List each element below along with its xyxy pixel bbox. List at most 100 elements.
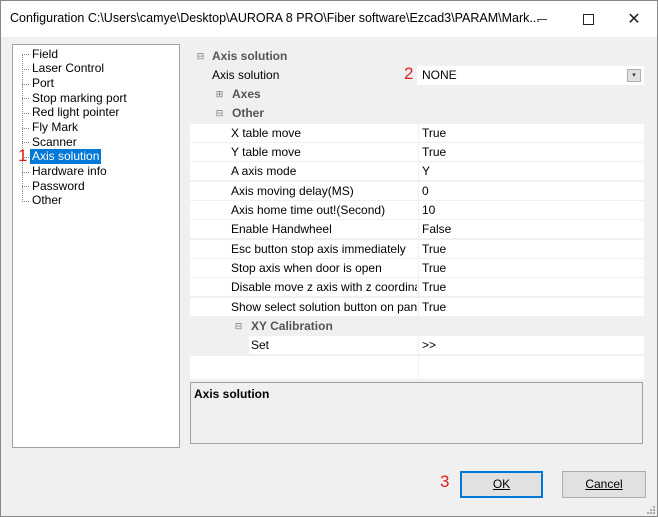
prop-row-axis-home-timeout[interactable]: Axis home time out!(Second) 10	[190, 201, 644, 220]
annotation-3: 3	[440, 472, 450, 491]
configuration-dialog: Configuration C:\Users\camye\Desktop\AUR…	[0, 0, 658, 517]
tree-item-scanner[interactable]: Scanner	[30, 135, 79, 150]
column-divider	[418, 298, 419, 317]
category-other: Other	[232, 106, 265, 120]
annotation-1: 1	[18, 146, 28, 165]
category-axis-solution-row[interactable]: ⊟ Axis solution	[190, 47, 644, 66]
prop-row-esc-stop-axis[interactable]: Esc button stop axis immediately True	[190, 240, 644, 259]
prop-value[interactable]: True	[422, 278, 446, 297]
collapse-icon[interactable]: ⊟	[234, 322, 243, 331]
prop-value[interactable]: True	[422, 259, 446, 278]
prop-name: Enable Handwheel	[231, 222, 332, 236]
column-divider	[418, 201, 419, 220]
tree-branch	[22, 142, 29, 143]
prop-value[interactable]: 0	[422, 182, 429, 201]
category-axis-solution: Axis solution	[212, 49, 288, 63]
tree-branch	[22, 69, 29, 70]
tree-item-red-light-pointer[interactable]: Red light pointer	[30, 105, 121, 120]
property-grid[interactable]: ⊟ Axis solution Axis solution NONE ▾ ⊞ A…	[190, 45, 644, 380]
description-panel: Axis solution	[190, 382, 643, 444]
prop-name: Stop axis when door is open	[231, 261, 382, 275]
maximize-button[interactable]	[565, 1, 611, 37]
prop-row-axis-moving-delay[interactable]: Axis moving delay(MS) 0	[190, 182, 644, 201]
column-divider	[418, 124, 419, 143]
category-axes-row[interactable]: ⊞ Axes	[190, 85, 644, 104]
prop-name: A axis mode	[231, 164, 297, 178]
prop-value[interactable]: Y	[422, 162, 430, 181]
column-divider	[418, 259, 419, 278]
column-divider	[418, 240, 419, 259]
prop-value[interactable]: True	[422, 298, 446, 317]
prop-name: X table move	[231, 126, 302, 140]
tree-branch	[22, 128, 29, 129]
maximize-icon	[582, 13, 594, 25]
tree-item-password[interactable]: Password	[30, 179, 87, 194]
category-other-row[interactable]: ⊟ Other	[190, 104, 644, 123]
prop-row-enable-handwheel[interactable]: Enable Handwheel False	[190, 220, 644, 239]
category-axes: Axes	[232, 87, 261, 101]
prop-row-set[interactable]: Set >>	[249, 336, 644, 355]
title-bar: Configuration C:\Users\camye\Desktop\AUR…	[1, 1, 657, 37]
cancel-button[interactable]: Cancel	[562, 471, 646, 498]
prop-name: Esc button stop axis immediately	[231, 242, 406, 256]
prop-row-disable-move-z[interactable]: Disable move z axis with z coordinate Tr…	[190, 278, 644, 297]
column-divider	[418, 182, 419, 201]
expand-icon[interactable]: ⊞	[215, 90, 224, 99]
category-xy-calibration-row[interactable]: ⊟ XY Calibration	[190, 317, 644, 336]
prop-name: Disable move z axis with z coordinate	[231, 280, 417, 294]
close-icon: ✕	[627, 11, 641, 28]
ok-label: OK	[492, 477, 511, 491]
prop-row-x-table-move[interactable]: X table move True	[190, 124, 644, 143]
prop-name: Axis moving delay(MS)	[231, 184, 354, 198]
collapse-icon[interactable]: ⊟	[196, 52, 205, 61]
tree-branch	[22, 186, 29, 187]
minimize-button[interactable]	[519, 1, 565, 37]
close-button[interactable]: ✕	[611, 1, 657, 37]
prop-name: Axis home time out!(Second)	[231, 203, 386, 217]
category-xy-calibration: XY Calibration	[251, 319, 333, 333]
axis-solution-value: NONE	[422, 68, 457, 82]
column-divider	[418, 162, 419, 181]
column-divider	[418, 336, 419, 355]
tree-item-field[interactable]: Field	[30, 47, 60, 62]
tree-item-laser-control[interactable]: Laser Control	[30, 61, 106, 76]
prop-value[interactable]: True	[422, 143, 446, 162]
tree-item-hardware-info[interactable]: Hardware info	[30, 164, 109, 179]
axis-solution-label: Axis solution	[212, 68, 280, 82]
prop-value[interactable]: 10	[422, 201, 435, 220]
prop-row-y-table-move[interactable]: Y table move True	[190, 143, 644, 162]
prop-row-show-select-solution[interactable]: Show select solution button on panel Tru…	[190, 298, 644, 317]
minimize-icon	[537, 18, 547, 20]
settings-tree[interactable]: Field Laser Control Port Stop marking po…	[12, 44, 180, 448]
tree-branch	[22, 54, 29, 55]
tree-branch	[22, 172, 29, 173]
axis-solution-row[interactable]: Axis solution NONE ▾	[190, 66, 644, 85]
tree-item-axis-solution[interactable]: Axis solution	[30, 149, 102, 164]
column-divider	[418, 278, 419, 297]
prop-value[interactable]: True	[422, 124, 446, 143]
column-divider	[418, 356, 419, 379]
axis-solution-dropdown[interactable]: NONE ▾	[417, 66, 644, 85]
tree-item-port[interactable]: Port	[30, 76, 56, 91]
ok-button[interactable]: OK	[460, 471, 543, 498]
dropdown-arrow-icon[interactable]: ▾	[627, 69, 641, 82]
collapse-icon[interactable]: ⊟	[215, 109, 224, 118]
set-label: Set	[251, 338, 270, 352]
prop-row-a-axis-mode[interactable]: A axis mode Y	[190, 162, 644, 181]
set-button[interactable]: >>	[422, 336, 436, 355]
resize-grip-icon[interactable]	[646, 505, 656, 515]
prop-name: Show select solution button on panel	[231, 300, 417, 314]
tree-item-fly-mark[interactable]: Fly Mark	[30, 120, 80, 135]
prop-row-stop-axis-door-open[interactable]: Stop axis when door is open True	[190, 259, 644, 278]
prop-value[interactable]: False	[422, 220, 451, 239]
tree-branch	[22, 113, 29, 114]
prop-value[interactable]: True	[422, 240, 446, 259]
tree-branch	[22, 201, 29, 202]
grid-empty-row	[190, 356, 644, 379]
tree-branch	[22, 84, 29, 85]
prop-name: Y table move	[231, 145, 301, 159]
annotation-2: 2	[404, 64, 414, 83]
tree-branch	[22, 98, 29, 99]
tree-item-stop-marking-port[interactable]: Stop marking port	[30, 91, 129, 106]
tree-item-other[interactable]: Other	[30, 193, 64, 208]
